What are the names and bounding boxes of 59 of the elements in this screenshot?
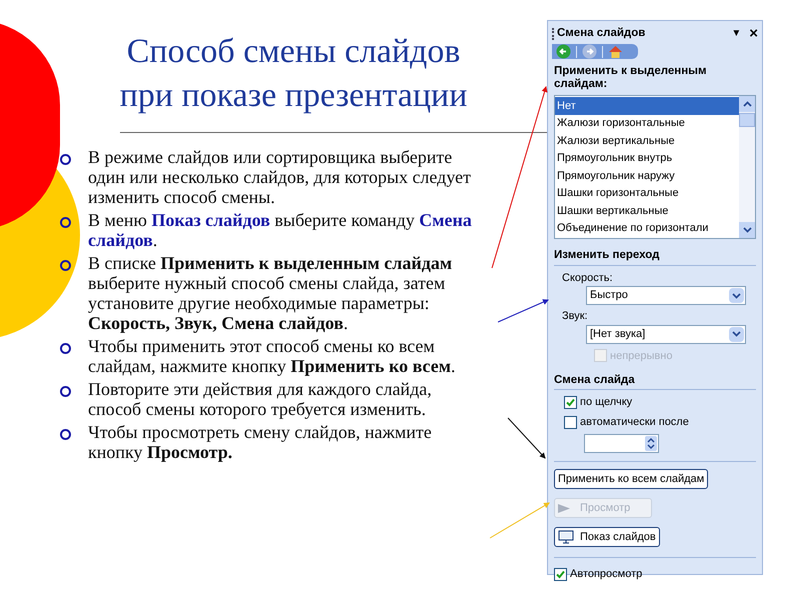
projector-screen-icon	[558, 530, 574, 544]
play-icon	[558, 504, 570, 513]
transition-item[interactable]: Прямоугольник внутрь	[555, 150, 739, 168]
scroll-down-button[interactable]	[739, 222, 755, 238]
scroll-thumb[interactable]	[739, 113, 755, 128]
pointer-arrow	[490, 502, 550, 538]
spinner-field[interactable]	[584, 434, 659, 454]
home-icon[interactable]	[608, 44, 623, 60]
bullet-ring-icon	[60, 429, 71, 440]
transition-item[interactable]: Шашки вертикальные	[555, 202, 739, 220]
transition-item[interactable]: Объединение по горизонтали	[555, 220, 739, 238]
transition-item[interactable]: Шашки горизонтальные	[555, 184, 739, 202]
bullet-ring-icon	[60, 217, 71, 228]
checkbox-label: непрерывно	[610, 348, 672, 364]
checkbox[interactable]	[564, 396, 577, 409]
bullet-text: В списке Применить к выделенным слайдам выберите нужный способ смены слайда, затем установите другие необходимые параметры: Скорость, Звук, Смена слайдов.	[88, 253, 453, 333]
checkbox-label: автоматически после	[580, 414, 689, 430]
bullet-text: В меню Показ слайдов выберите команду Смена слайдов.	[88, 210, 473, 250]
section-heading: Смена слайда	[554, 372, 756, 390]
transition-item[interactable]: Прямоугольник наружу	[555, 167, 739, 185]
field-label: Скорость:	[562, 270, 614, 286]
close-button[interactable]: ×	[749, 26, 758, 42]
transition-item[interactable]: Нет	[555, 97, 739, 115]
checkmark-icon	[566, 398, 575, 407]
pane-title: Смена слайдов	[557, 26, 646, 41]
speed-dropdown[interactable]: Быстро	[586, 286, 746, 305]
bullet-ring-icon	[60, 343, 71, 354]
field-label: Звук:	[562, 309, 589, 324]
bullet-text: Повторите эти действия для каждого слайда, способ смены которого требуется изменить.	[88, 379, 433, 419]
checkmark-icon	[556, 570, 565, 579]
apply-to-all-button[interactable]: Применить ко всем слайдам	[554, 469, 708, 490]
pointer-arrow	[498, 299, 549, 322]
section-heading: Изменить переход	[554, 247, 756, 266]
transition-item[interactable]: Жалюзи горизонтальные	[555, 114, 739, 132]
dropdown-arrow-icon	[729, 326, 744, 342]
checkbox-label: Автопросмотр	[570, 567, 642, 582]
checkbox[interactable]	[554, 568, 567, 581]
dropdown-arrow-icon	[729, 288, 744, 303]
checkbox[interactable]	[564, 416, 577, 428]
pane-menu-button[interactable]: ▼	[731, 26, 742, 42]
down-chevron-icon	[742, 227, 752, 234]
up-chevron-icon	[742, 101, 752, 108]
slideshow-button[interactable]: Показ слайдов	[554, 527, 660, 548]
section-heading: Применить к выделенным слайдам:	[554, 65, 708, 92]
spinner-arrows-icon[interactable]	[645, 436, 657, 452]
checkbox-label: по щелчку	[580, 395, 632, 410]
bullet-ring-icon	[60, 386, 71, 397]
sound-dropdown[interactable]: [Нет звука]	[586, 324, 746, 344]
bullet-text: Чтобы просмотреть смену слайдов, нажмите кнопку Просмотр.	[88, 422, 433, 462]
scrollbar[interactable]	[739, 96, 755, 238]
pointer-arrow	[508, 418, 546, 459]
transition-item[interactable]: Жалюзи вертикальные	[555, 132, 739, 150]
bullet-ring-icon	[60, 154, 71, 165]
bullet-text: В режиме слайдов или сортировщика выберите один или несколько слайдов, для которых следует изменить способ смены.	[88, 147, 472, 207]
scroll-up-button[interactable]	[739, 96, 755, 112]
bullet-ring-icon	[60, 260, 71, 271]
bullet-text: Чтобы применить этот способ смены ко всем слайдам, нажмите кнопку Применить ко всем.	[88, 336, 456, 376]
slide-title: Способ смены слайдов при показе презентации	[118, 32, 468, 116]
transition-listbox[interactable]: Нет Жалюзи горизонтальные Жалюзи вертикальные Прямоугольник внутрь Прямоугольник наружу Шашки горизонтальные Шашки вертикальные Объединение по горизонтали	[554, 95, 756, 240]
